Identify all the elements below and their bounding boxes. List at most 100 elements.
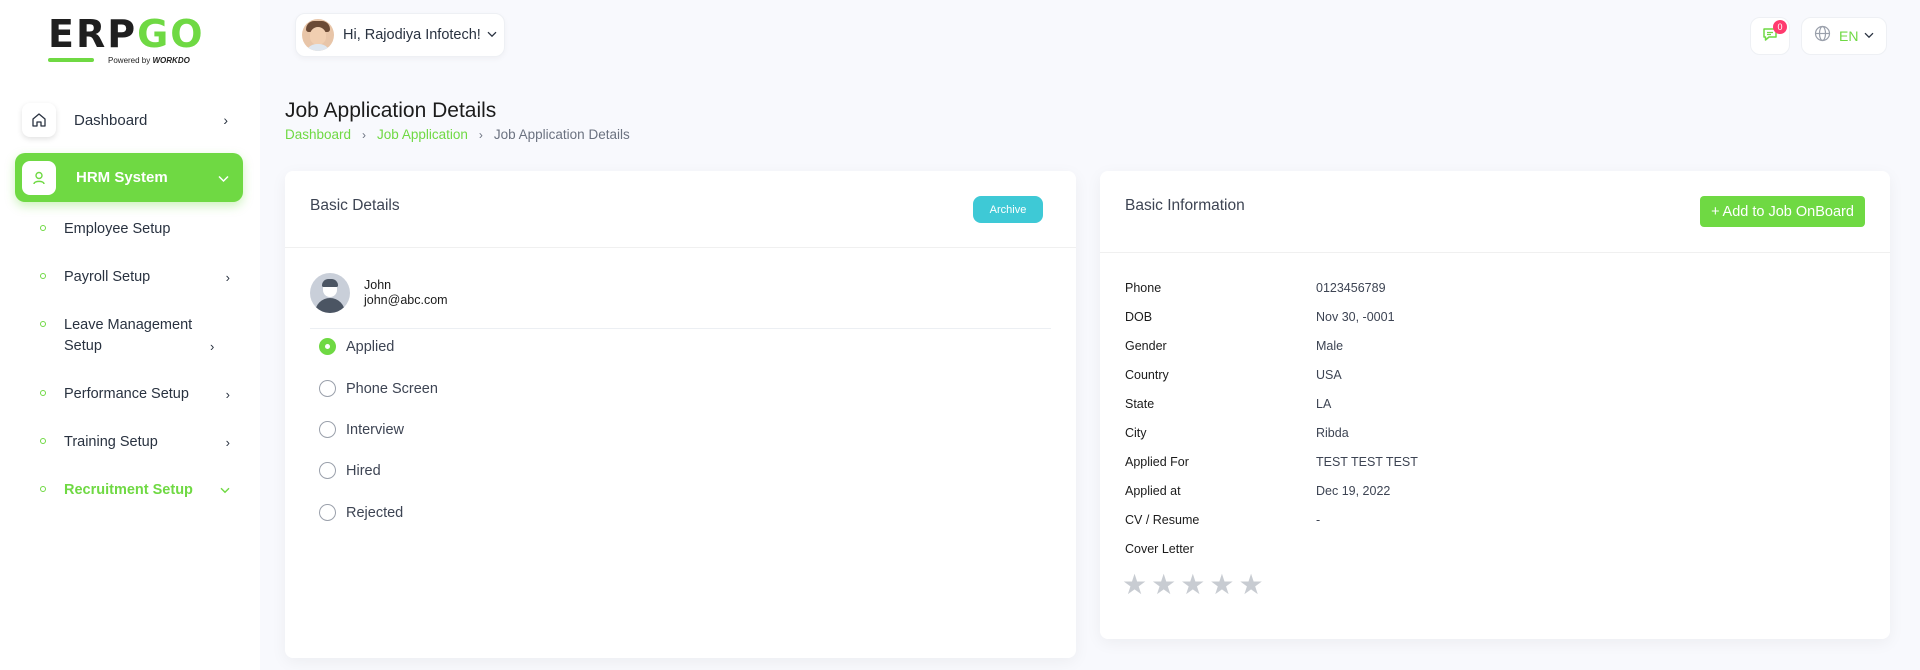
star-icon[interactable]: ★ [1209,571,1234,599]
sidebar-item-label: Leave Management Setup [64,317,193,354]
info-row-applied-at: Applied at Dec 19, 2022 [1125,484,1390,498]
info-row-country: Country USA [1125,368,1342,382]
info-key: Applied at [1125,484,1181,498]
messages-button[interactable]: 0 [1750,17,1790,55]
chevron-down-icon [218,170,229,186]
sidebar-item-hrm-system[interactable]: HRM System [15,153,243,202]
add-to-job-onboard-button[interactable]: + Add to Job OnBoard [1700,196,1865,227]
logo-text-go: GO [137,12,205,56]
breadcrumb-link-job-application[interactable]: Job Application [377,127,468,142]
sidebar-item-label: Performance Setup [64,386,189,402]
info-value: LA [1316,397,1332,411]
star-icon[interactable]: ★ [1122,571,1147,599]
basic-information-card: Basic Information + Add to Job OnBoard Ph… [1100,171,1890,639]
sidebar-item-leave-management-setup[interactable]: Leave Management Setup › [40,315,230,357]
sidebar-item-training-setup[interactable]: Training Setup › [40,432,230,453]
sidebar-item-employee-setup[interactable]: Employee Setup [40,219,230,240]
globe-icon [1814,25,1831,47]
breadcrumb-current: Job Application Details [493,127,630,142]
info-key: Cover Letter [1125,542,1194,556]
add-to-job-onboard-label: Add to Job OnBoard [1722,203,1854,220]
user-menu-dropdown[interactable]: Hi, Rajodiya Infotech! [295,13,505,57]
sidebar-item-dashboard[interactable]: Dashboard › [20,98,242,142]
info-row-state: State LA [1125,397,1331,411]
chevron-right-icon: › [478,127,483,142]
bullet-icon [40,273,46,279]
stage-label: Applied [346,338,395,355]
stage-label: Phone Screen [346,380,438,397]
sidebar-item-performance-setup[interactable]: Performance Setup › [40,384,230,405]
info-value: - [1316,513,1321,527]
star-icon[interactable]: ★ [1238,571,1263,599]
info-row-cv-resume: CV / Resume - [1125,513,1320,527]
info-key: Country [1125,368,1169,382]
stage-label: Rejected [346,504,404,521]
info-key: DOB [1125,310,1153,324]
divider [310,328,1051,329]
rating-stars: ★ ★ ★ ★ ★ [1122,571,1268,599]
radio-button[interactable] [319,380,336,397]
applicant-email: john@abc.com [364,293,448,307]
radio-button[interactable] [319,338,336,355]
page-title: Job Application Details [285,99,497,122]
powered-by-brand: WORKDO [152,56,190,65]
info-key: City [1125,426,1147,440]
chevron-right-icon: › [223,112,228,128]
stage-label: Interview [346,421,405,438]
info-value: Ribda [1316,426,1349,440]
stage-radio-hired[interactable]: Hired [319,462,381,479]
plus-icon: + [1711,203,1720,220]
notification-badge: 0 [1773,20,1787,34]
sidebar-item-label: Recruitment Setup [64,482,193,498]
sidebar-item-label: Employee Setup [64,221,171,237]
sidebar: ERPGO Powered by WORKDO Dashboard › HRM … [0,0,260,670]
breadcrumb-link-dashboard[interactable]: Dashboard [285,127,351,142]
erpgo-logo[interactable]: ERPGO Powered by WORKDO [48,14,218,68]
stage-radio-rejected[interactable]: Rejected [319,504,403,521]
sidebar-item-recruitment-setup[interactable]: Recruitment Setup [40,480,230,501]
info-row-gender: Gender Male [1125,339,1343,353]
sidebar-item-payroll-setup[interactable]: Payroll Setup › [40,267,230,288]
chevron-right-icon: › [210,339,215,354]
info-key: Phone [1125,281,1162,295]
chevron-down-icon [487,29,497,41]
radio-button[interactable] [319,504,336,521]
powered-by-label: Powered by [108,56,151,65]
info-row-city: City Ribda [1125,426,1349,440]
logo-underline [48,58,94,62]
info-row-cover-letter: Cover Letter [1125,542,1316,556]
powered-by-text: Powered by WORKDO [108,56,190,65]
avatar [302,19,334,51]
sidebar-item-dashboard-label: Dashboard [74,111,148,129]
radio-button[interactable] [319,421,336,438]
language-selector[interactable]: EN [1801,17,1887,55]
basic-details-card: Basic Details Archive John john@abc.com … [285,171,1076,658]
star-icon[interactable]: ★ [1151,571,1176,599]
chevron-right-icon: › [362,127,367,142]
bullet-icon [40,486,46,492]
sidebar-item-label: Payroll Setup [64,269,151,285]
star-icon[interactable]: ★ [1180,571,1205,599]
card-title: Basic Details [310,197,400,214]
archive-button[interactable]: Archive [973,196,1043,223]
info-value: 0123456789 [1316,281,1386,295]
radio-button[interactable] [319,462,336,479]
stage-radio-interview[interactable]: Interview [319,421,404,438]
applicant-summary: John john@abc.com [310,273,448,313]
stage-radio-phone-screen[interactable]: Phone Screen [319,380,438,397]
card-title: Basic Information [1125,197,1245,214]
card-header: Basic Information + Add to Job OnBoard [1100,171,1890,253]
info-key: Applied For [1125,455,1189,469]
info-value: USA [1316,368,1342,382]
avatar [310,273,350,313]
info-key: Gender [1125,339,1167,353]
sidebar-item-label: Training Setup [64,434,158,450]
stage-radio-applied[interactable]: Applied [319,338,394,355]
logo-text-erp: ERP [48,12,138,56]
user-icon [22,160,56,195]
info-value: Male [1316,339,1344,353]
language-code: EN [1839,28,1859,44]
bullet-icon [40,438,46,444]
stage-label: Hired [346,462,381,479]
info-key: State [1125,397,1155,411]
